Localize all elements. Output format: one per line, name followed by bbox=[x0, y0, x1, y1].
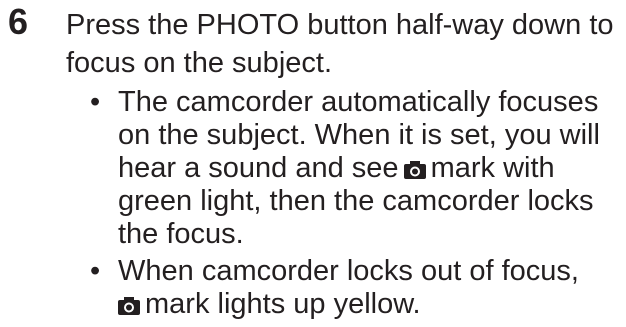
bullet-text-before: When camcorder locks out of focus, bbox=[118, 255, 579, 287]
bullet-list: • The camcorder automatically focuses on… bbox=[86, 86, 622, 325]
step-number: 6 bbox=[8, 1, 29, 42]
bullet-item: • When camcorder locks out of focus, mark… bbox=[86, 255, 622, 321]
bullet-item: • The camcorder automatically focuses on… bbox=[86, 86, 622, 251]
camera-icon bbox=[403, 159, 426, 180]
bullet-marker: • bbox=[90, 86, 101, 118]
camera-icon bbox=[118, 295, 140, 316]
bullet-marker: • bbox=[90, 255, 101, 287]
step-title: Press the PHOTO button half-way down to … bbox=[66, 9, 614, 79]
bullet-text-after: mark lights up yellow. bbox=[145, 288, 421, 320]
